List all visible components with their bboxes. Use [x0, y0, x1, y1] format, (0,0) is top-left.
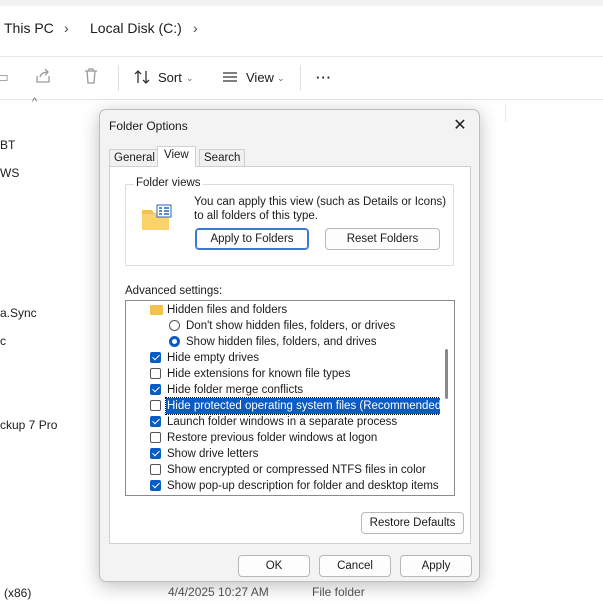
setting-label[interactable]: Show encrypted or compressed NTFS files …: [167, 462, 426, 478]
apply-to-folders-button[interactable]: Apply to Folders: [195, 228, 309, 250]
cancel-button[interactable]: Cancel: [319, 555, 391, 577]
folder-icon: [150, 305, 163, 315]
list-item[interactable]: ckup 7 Pro: [0, 418, 57, 432]
chevron-down-icon[interactable]: ⌄: [186, 73, 194, 84]
view-icon[interactable]: [221, 68, 239, 91]
setting-label[interactable]: Hide empty drives: [167, 350, 259, 366]
rename-icon[interactable]: ▭: [0, 67, 9, 87]
setting-label[interactable]: Show pop-up description for folder and d…: [167, 478, 439, 494]
checkbox-restore-windows[interactable]: [150, 432, 161, 443]
close-icon[interactable]: ✕: [447, 113, 473, 139]
radio-show-hidden[interactable]: [169, 336, 180, 347]
more-options-button[interactable]: ···: [316, 70, 332, 85]
sort-icon[interactable]: [133, 68, 151, 91]
view-button[interactable]: View: [246, 70, 274, 85]
setting-label[interactable]: Restore previous folder windows at logon: [167, 430, 377, 446]
setting-label[interactable]: Show hidden files, folders, and drives: [186, 334, 377, 350]
tab-search[interactable]: Search: [199, 149, 246, 166]
chevron-right-icon[interactable]: ›: [193, 20, 198, 36]
setting-label[interactable]: Hide extensions for known file types: [167, 366, 350, 382]
file-type: File folder: [312, 585, 365, 599]
radio-dont-show-hidden[interactable]: [169, 320, 180, 331]
chevron-down-icon[interactable]: ⌄: [277, 73, 285, 84]
folder-views-title: Folder views: [134, 177, 203, 189]
checkbox-launch-separate-process[interactable]: [150, 416, 161, 427]
address-bar[interactable]: This PC › Local Disk (C:) ›: [0, 0, 603, 56]
view-tab-panel: Folder views You can apply this view (su…: [109, 166, 471, 544]
list-item[interactable]: (x86): [4, 586, 31, 600]
setting-label[interactable]: Show drive letters: [167, 446, 258, 462]
ok-button[interactable]: OK: [238, 555, 310, 577]
setting-label[interactable]: Launch folder windows in a separate proc…: [167, 414, 397, 430]
delete-icon[interactable]: [82, 67, 100, 90]
dialog-title: Folder Options: [109, 119, 188, 133]
chevron-up-icon[interactable]: ^: [32, 96, 37, 108]
breadcrumb-this-pc[interactable]: This PC: [4, 20, 54, 36]
setting-label[interactable]: Don't show hidden files, folders, or dri…: [186, 318, 395, 334]
scrollbar-thumb[interactable]: [445, 349, 448, 399]
folder-icon: [142, 204, 172, 230]
folder-options-dialog: Folder Options ✕ General View Search Fol…: [99, 109, 480, 582]
restore-defaults-button[interactable]: Restore Defaults: [361, 512, 464, 534]
checkbox-show-drive-letters[interactable]: [150, 448, 161, 459]
list-item[interactable]: WS: [0, 166, 19, 180]
checkbox-hide-merge-conflicts[interactable]: [150, 384, 161, 395]
advanced-settings-list[interactable]: Hidden files and folders Don't show hidd…: [125, 300, 455, 496]
reset-folders-button[interactable]: Reset Folders: [325, 228, 440, 250]
date-modified: 4/4/2025 10:27 AM: [168, 585, 269, 599]
list-item[interactable]: c: [0, 334, 6, 348]
advanced-settings-label: Advanced settings:: [125, 285, 223, 297]
command-bar: ▭ Sort ⌄ View ⌄ ···: [0, 56, 603, 100]
setting-label: Hidden files and folders: [167, 304, 288, 316]
setting-label[interactable]: Hide folder merge conflicts: [167, 382, 303, 398]
toolbar-divider: [300, 65, 301, 91]
share-icon[interactable]: [34, 67, 52, 90]
toolbar-divider: [118, 65, 119, 91]
breadcrumb-local-disk[interactable]: Local Disk (C:): [90, 20, 182, 36]
checkbox-hide-empty-drives[interactable]: [150, 352, 161, 363]
checkbox-show-popup-description[interactable]: [150, 480, 161, 491]
setting-label-selected[interactable]: Hide protected operating system files (R…: [164, 397, 448, 415]
checkbox-show-encrypted-color[interactable]: [150, 464, 161, 475]
scrollbar[interactable]: [440, 301, 454, 495]
list-item[interactable]: BT: [0, 138, 15, 152]
tab-view[interactable]: View: [157, 146, 196, 167]
tab-general[interactable]: General: [109, 149, 160, 166]
sort-button[interactable]: Sort: [158, 70, 182, 85]
list-item[interactable]: a.Sync: [0, 306, 37, 320]
chevron-right-icon[interactable]: ›: [64, 20, 69, 36]
apply-button[interactable]: Apply: [400, 555, 472, 577]
column-divider: [505, 104, 506, 122]
checkbox-hide-protected-files[interactable]: [150, 400, 161, 411]
folder-views-description: You can apply this view (such as Details…: [194, 196, 447, 222]
checkbox-hide-extensions[interactable]: [150, 368, 161, 379]
folder-views-group: Folder views You can apply this view (su…: [125, 177, 454, 266]
